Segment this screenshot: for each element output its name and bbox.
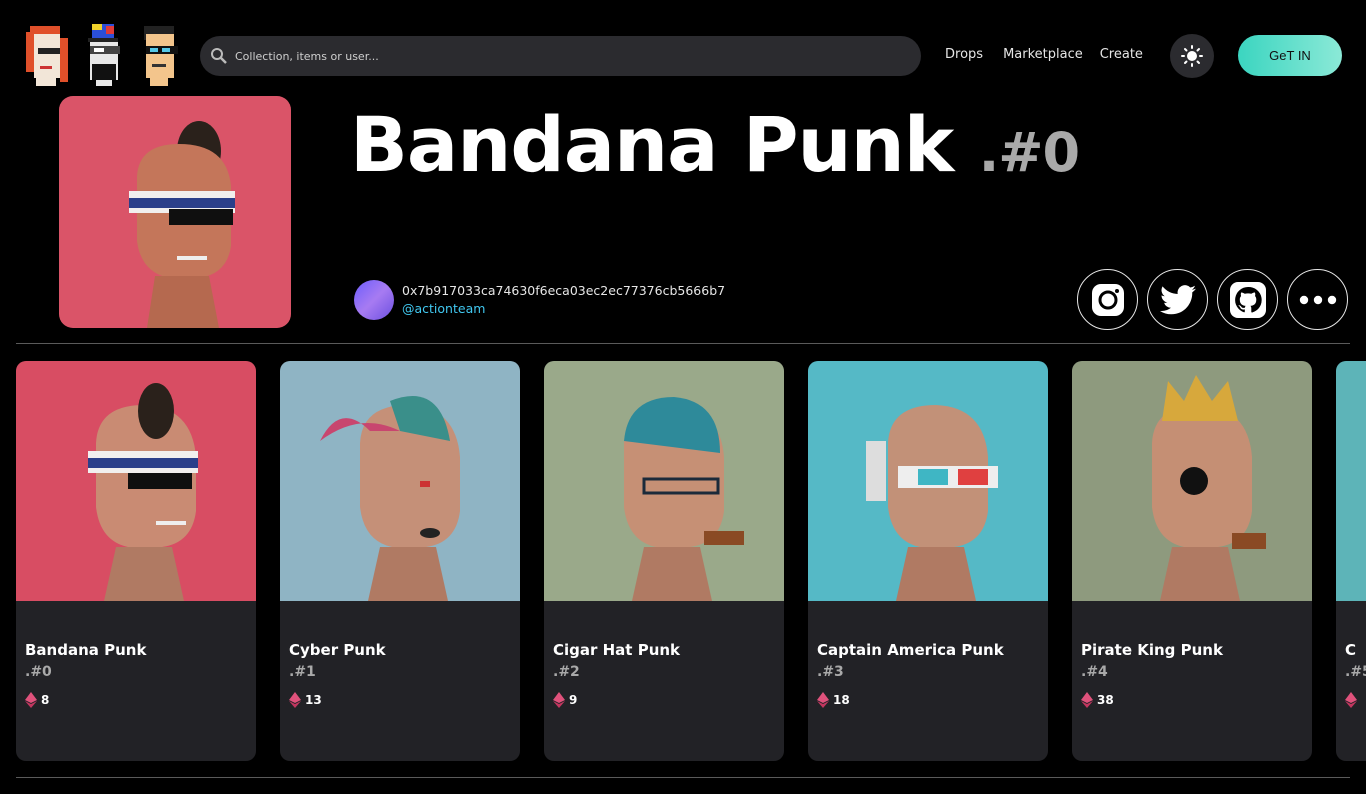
nft-card-image — [1336, 361, 1366, 601]
ethereum-icon — [553, 692, 565, 708]
nft-card-price: 13 — [289, 692, 322, 708]
nft-card-name: Cigar Hat Punk — [553, 641, 681, 659]
nft-card[interactable]: C .#5 — [1336, 361, 1366, 761]
bottom-divider — [16, 777, 1350, 778]
more-dots-icon — [1299, 295, 1336, 304]
nft-card-price: 18 — [817, 692, 850, 708]
nft-card-price-value: 8 — [41, 693, 50, 707]
nav-drops[interactable]: Drops — [945, 47, 983, 62]
nft-card-name: Bandana Punk — [25, 641, 147, 659]
ethereum-icon — [1345, 692, 1357, 708]
get-in-button[interactable]: GeT IN — [1238, 35, 1342, 76]
twitter-button[interactable] — [1147, 269, 1208, 330]
nft-card-price-value: 13 — [305, 693, 322, 707]
owner-handle-link[interactable]: @actionteam — [402, 300, 725, 318]
punk-glasses-icon — [144, 26, 178, 86]
search-input[interactable] — [235, 49, 875, 63]
nft-card-image — [808, 361, 1048, 601]
theme-toggle-button[interactable] — [1170, 34, 1214, 78]
nft-card-image — [544, 361, 784, 601]
nft-card-id: .#4 — [1081, 664, 1108, 680]
punks-logo[interactable] — [24, 22, 188, 88]
nft-card-name: Pirate King Punk — [1081, 641, 1223, 659]
ethereum-icon — [25, 692, 37, 708]
nft-card-id: .#5 — [1345, 664, 1366, 680]
nft-card[interactable]: Captain America Punk .#3 18 — [808, 361, 1048, 761]
nft-card-image — [16, 361, 256, 601]
instagram-icon — [1091, 283, 1124, 316]
hero-nft-image — [59, 96, 291, 328]
nft-title: Bandana Punk .#0 — [350, 100, 1080, 189]
nft-card-name: Captain America Punk — [817, 641, 1004, 659]
nft-card-price: 38 — [1081, 692, 1114, 708]
nft-card-row: Bandana Punk .#0 8 Cyber Punk .#1 13 Cig… — [16, 361, 1366, 761]
nft-card-price: 8 — [25, 692, 49, 708]
nav-create[interactable]: Create — [1100, 47, 1143, 62]
owner-info: 0x7b917033ca74630f6eca03ec2ec77376cb5666… — [354, 280, 725, 320]
github-icon — [1229, 281, 1266, 318]
nft-card-image — [1072, 361, 1312, 601]
nft-name: Bandana Punk — [350, 100, 954, 189]
nav-marketplace[interactable]: Marketplace — [1003, 47, 1083, 62]
search-bar[interactable] — [200, 36, 921, 76]
nft-card-id: .#3 — [817, 664, 844, 680]
punk-cap-icon — [88, 24, 120, 86]
nft-card[interactable]: Cigar Hat Punk .#2 9 — [544, 361, 784, 761]
nft-card-id: .#2 — [553, 664, 580, 680]
section-divider — [16, 343, 1350, 344]
github-button[interactable] — [1217, 269, 1278, 330]
nft-id: .#0 — [978, 121, 1080, 184]
main-nav: Drops Marketplace Create — [945, 47, 1143, 62]
ethereum-icon — [289, 692, 301, 708]
nft-card[interactable]: Bandana Punk .#0 8 — [16, 361, 256, 761]
nft-card-name: Cyber Punk — [289, 641, 386, 659]
owner-address: 0x7b917033ca74630f6eca03ec2ec77376cb5666… — [402, 283, 726, 298]
social-links — [1077, 269, 1348, 330]
nft-card[interactable]: Pirate King Punk .#4 38 — [1072, 361, 1312, 761]
nft-card-price: 9 — [553, 692, 577, 708]
top-bar: Drops Marketplace Create GeT IN — [0, 0, 1366, 96]
instagram-button[interactable] — [1077, 269, 1138, 330]
punk-red-hair-icon — [26, 26, 68, 86]
more-options-button[interactable] — [1287, 269, 1348, 330]
nft-card-price-value: 9 — [569, 693, 578, 707]
sun-icon — [1181, 45, 1203, 67]
ethereum-icon — [1081, 692, 1093, 708]
nft-card-id: .#1 — [289, 664, 316, 680]
twitter-icon — [1159, 284, 1196, 314]
ethereum-icon — [817, 692, 829, 708]
nft-card-id: .#0 — [25, 664, 52, 680]
nft-card-price-value: 38 — [1097, 693, 1114, 707]
nft-card-price — [1345, 692, 1361, 708]
nft-card-image — [280, 361, 520, 601]
search-icon — [208, 45, 230, 67]
avatar[interactable] — [354, 280, 394, 320]
nft-card-price-value: 18 — [833, 693, 850, 707]
nft-card-name: C — [1345, 641, 1357, 659]
nft-card[interactable]: Cyber Punk .#1 13 — [280, 361, 520, 761]
